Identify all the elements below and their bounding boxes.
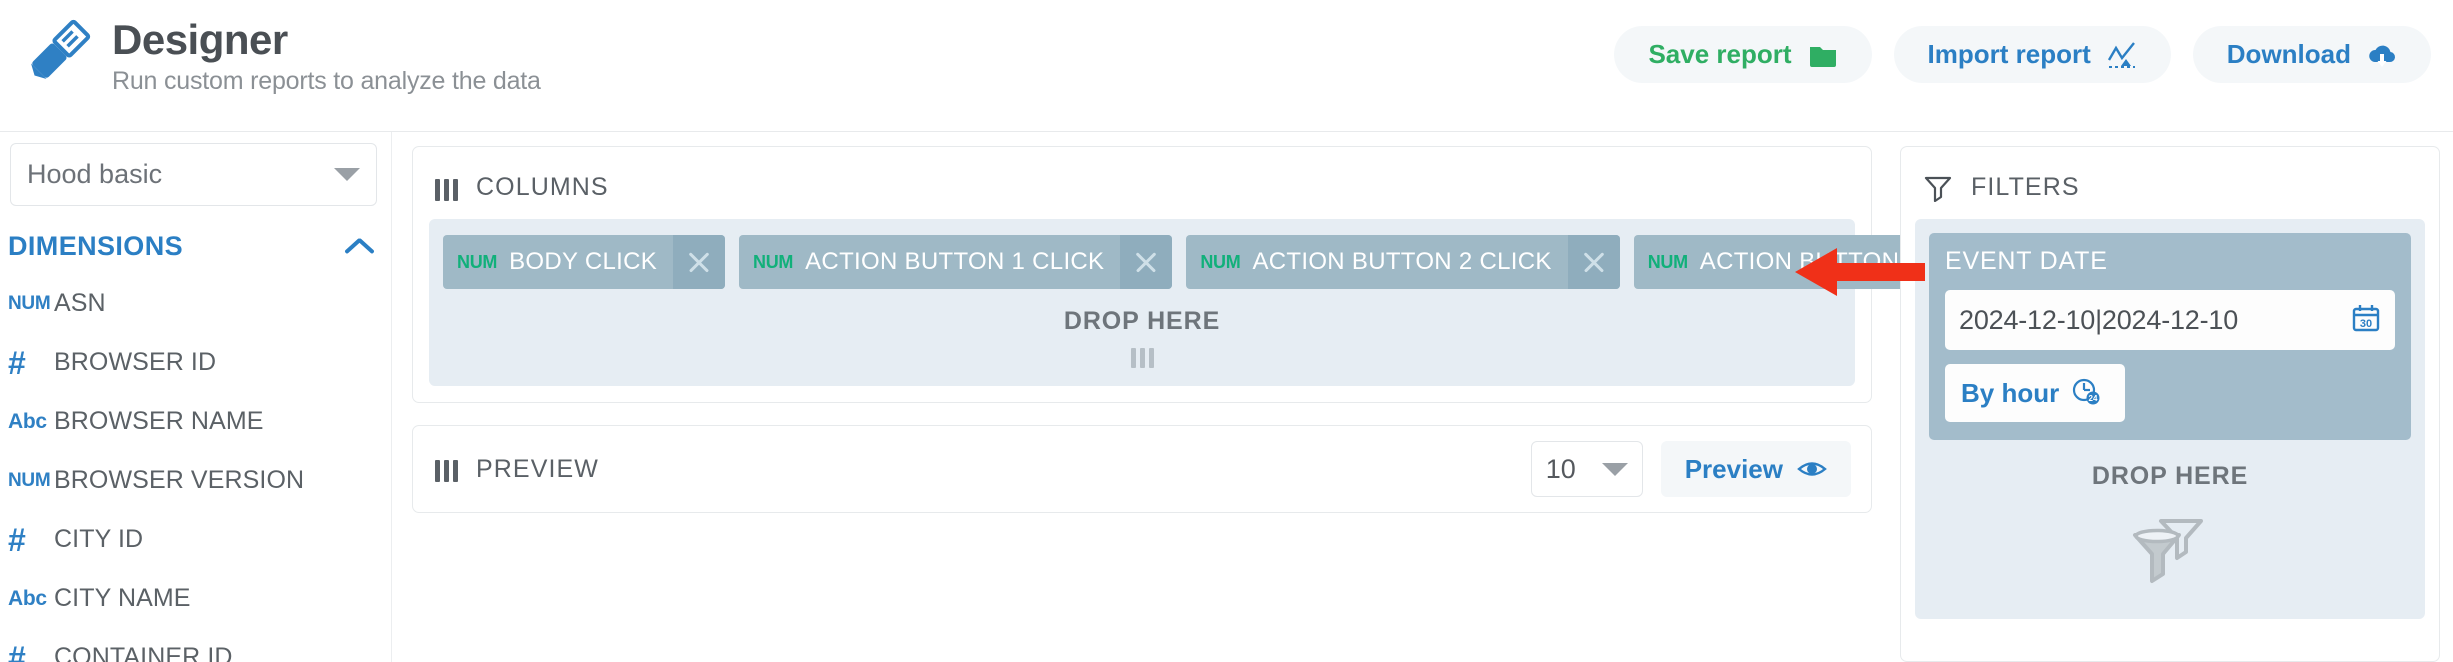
granularity-button[interactable]: By hour 24: [1945, 364, 2125, 422]
close-icon[interactable]: [673, 235, 726, 289]
cloud-download-icon: [2367, 40, 2397, 70]
ruler-pencil-icon: [22, 14, 98, 86]
eye-icon: [1797, 454, 1827, 484]
hash-type-icon: #: [8, 639, 26, 662]
sidebar: Hood basic DIMENSIONS NUM ASN # BROWSER …: [0, 132, 392, 662]
row-count-select[interactable]: 10: [1530, 441, 1643, 497]
columns-icon: [435, 456, 458, 482]
dimension-item-city-id[interactable]: # CITY ID: [0, 510, 391, 569]
calendar-30-icon[interactable]: 30: [2351, 303, 2381, 338]
clock-24-icon: 24: [2071, 376, 2101, 411]
close-icon[interactable]: [1567, 235, 1620, 289]
chip-label: BODY CLICK: [509, 248, 658, 275]
download-label: Download: [2226, 39, 2351, 69]
folder-icon: [1808, 40, 1838, 70]
filters-panel-title: FILTERS: [1971, 173, 2080, 201]
num-type-icon: NUM: [8, 469, 51, 491]
dimension-label: CONTAINER ID: [54, 643, 233, 662]
columns-drop-label: DROP HERE: [1063, 307, 1221, 335]
column-chip[interactable]: NUM ACTION BUTTON 2 CLICK: [1186, 235, 1620, 289]
hash-type-icon: #: [8, 521, 26, 558]
svg-text:24: 24: [2089, 394, 2098, 403]
dimension-label: CITY NAME: [54, 584, 191, 612]
abc-type-icon: Abc: [8, 409, 47, 433]
chip-type-label: NUM: [1647, 251, 1688, 272]
dimension-item-city-name[interactable]: Abc CITY NAME: [0, 569, 391, 628]
preview-panel: PREVIEW 10 Preview: [412, 425, 1872, 513]
double-funnel-icon: [2127, 513, 2213, 587]
preview-panel-header: PREVIEW: [413, 455, 1531, 484]
close-icon[interactable]: [1120, 235, 1173, 289]
dimensions-section-header[interactable]: DIMENSIONS: [0, 222, 391, 270]
chevron-down-icon: [1601, 462, 1628, 476]
download-button[interactable]: Download: [2192, 26, 2431, 83]
dimensions-label: DIMENSIONS: [8, 230, 184, 261]
filters-panel: FILTERS EVENT DATE 2024-12-10|2024-12-10…: [1900, 146, 2440, 662]
center-column: COLUMNS NUM BODY CLICK NUM ACTION BUTTON…: [412, 146, 2068, 513]
num-type-icon: NUM: [8, 292, 51, 314]
chip-body: NUM ACTION BUTTON 2 CLICK: [1186, 235, 1567, 289]
columns-icon: [435, 175, 458, 201]
dimensions-list: NUM ASN # BROWSER ID Abc BROWSER NAME NU…: [0, 274, 391, 662]
columns-panel: COLUMNS NUM BODY CLICK NUM ACTION BUTTON…: [412, 146, 2068, 403]
preview-button[interactable]: Preview: [1660, 441, 1851, 497]
date-range-value: 2024-12-10|2024-12-10: [1959, 304, 2239, 335]
granularity-label: By hour: [1961, 377, 2060, 408]
header-actions: Save report Import report Download: [1614, 26, 2431, 83]
chip-type-label: NUM: [457, 251, 498, 272]
columns-panel-header: COLUMNS: [413, 147, 1871, 202]
filters-dropzone[interactable]: EVENT DATE 2024-12-10|2024-12-10 30 By h…: [1915, 219, 2425, 619]
abc-type-icon: Abc: [8, 586, 47, 610]
filters-panel-header: FILTERS: [1901, 147, 2439, 202]
chip-body: NUM ACTION BUTTON 1 CLICK: [739, 235, 1120, 289]
dimension-label: BROWSER VERSION: [54, 466, 305, 494]
date-range-input[interactable]: 2024-12-10|2024-12-10 30: [1945, 290, 2395, 350]
preview-controls: 10 Preview: [1530, 441, 1871, 497]
import-report-label: Import report: [1927, 39, 2091, 69]
dimension-label: BROWSER ID: [54, 348, 217, 376]
page-title: Designer: [112, 16, 288, 63]
funnel-icon: [1923, 174, 1953, 202]
column-chip[interactable]: NUM ACTION BUTTON 1 CLICK: [739, 235, 1173, 289]
dimension-item-asn[interactable]: NUM ASN: [0, 274, 391, 333]
chip-label: ACTION BUTTON 1 CLICK: [805, 248, 1105, 275]
save-report-label: Save report: [1648, 39, 1792, 69]
columns-icon: [443, 344, 1841, 368]
chip-type-label: NUM: [753, 251, 794, 272]
datasource-value: Hood basic: [27, 159, 163, 189]
row-count-value: 10: [1545, 453, 1576, 484]
chip-label: ACTION BUTTON 2 CLICK: [1252, 248, 1552, 275]
brand: Designer Run custom reports to analyze t…: [22, 14, 541, 96]
dimension-label: ASN: [54, 289, 106, 317]
preview-button-label: Preview: [1684, 453, 1783, 484]
chip-type-label: NUM: [1200, 251, 1241, 272]
column-chip[interactable]: NUM BODY CLICK: [443, 235, 726, 289]
dimension-item-browser-version[interactable]: NUM BROWSER VERSION: [0, 451, 391, 510]
line-chart-icon: [2107, 40, 2137, 70]
chevron-up-icon[interactable]: [343, 236, 377, 256]
dimension-item-browser-id[interactable]: # BROWSER ID: [0, 333, 391, 392]
import-report-button[interactable]: Import report: [1893, 26, 2171, 83]
columns-panel-title: COLUMNS: [476, 173, 609, 201]
dimension-label: BROWSER NAME: [54, 407, 264, 435]
dimension-item-browser-name[interactable]: Abc BROWSER NAME: [0, 392, 391, 451]
columns-chip-list: NUM BODY CLICK NUM ACTION BUTTON 1 CLICK: [443, 235, 2068, 289]
columns-dropzone[interactable]: NUM BODY CLICK NUM ACTION BUTTON 1 CLICK: [429, 219, 2068, 386]
page-header: Designer Run custom reports to analyze t…: [0, 0, 2453, 132]
hash-type-icon: #: [8, 344, 26, 381]
dimension-label: CITY ID: [54, 525, 144, 553]
svg-text:30: 30: [2360, 318, 2372, 330]
chip-body: NUM BODY CLICK: [443, 235, 673, 289]
save-report-button[interactable]: Save report: [1614, 26, 1872, 83]
chevron-down-icon: [334, 168, 360, 181]
page-subtitle: Run custom reports to analyze the data: [112, 67, 541, 96]
preview-panel-title: PREVIEW: [476, 454, 599, 483]
filter-card-event-date[interactable]: EVENT DATE 2024-12-10|2024-12-10 30 By h…: [1929, 233, 2411, 440]
datasource-select[interactable]: Hood basic: [10, 143, 377, 206]
filters-drop-label: DROP HERE: [2091, 462, 2249, 490]
dimension-item-container-id[interactable]: # CONTAINER ID: [0, 628, 391, 662]
filter-name: EVENT DATE: [1945, 247, 2108, 275]
designer-page: Designer Run custom reports to analyze t…: [0, 0, 2453, 662]
